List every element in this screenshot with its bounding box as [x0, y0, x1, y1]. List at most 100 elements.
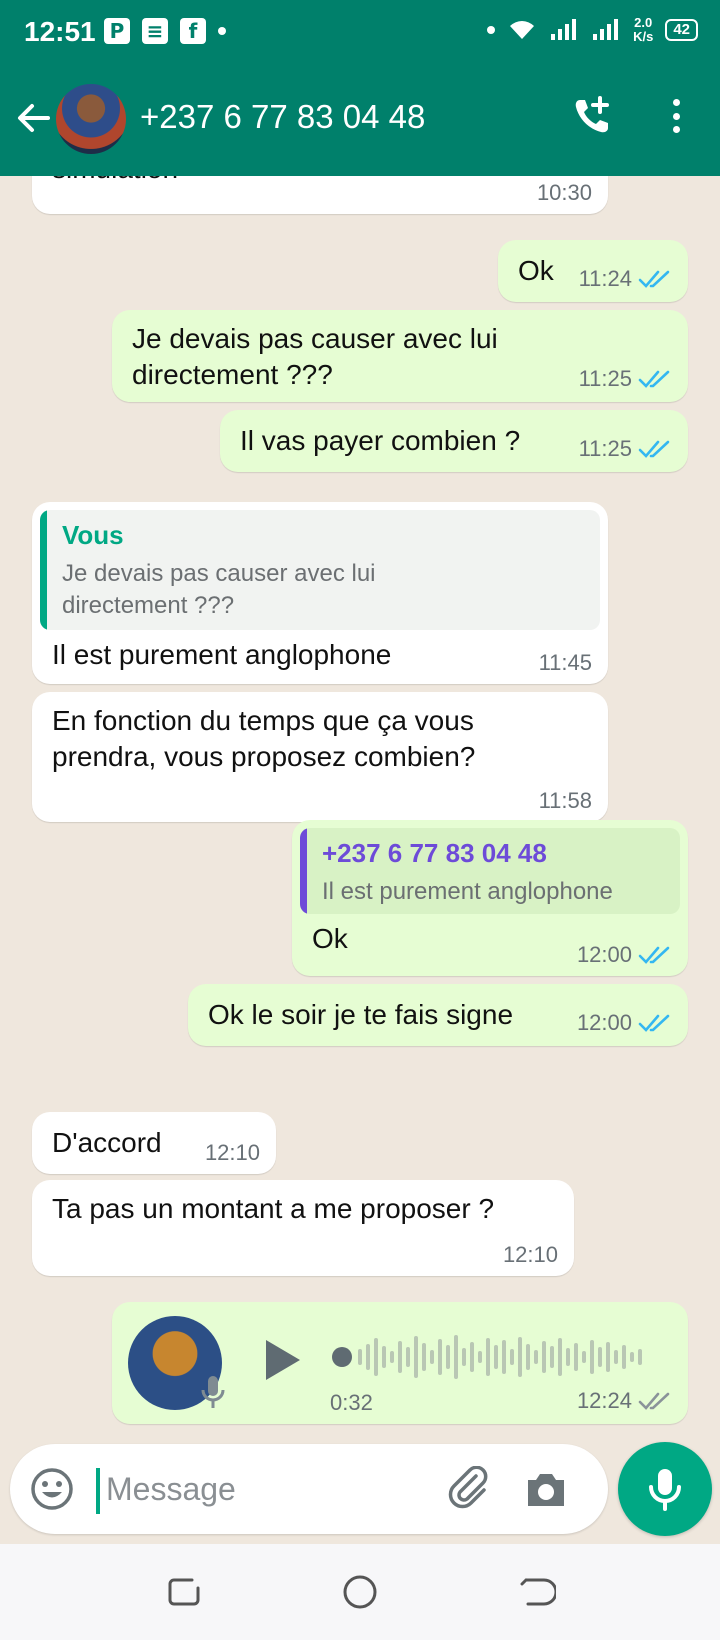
message-incoming[interactable]: Ta pas un montant a me proposer ? 12:10 [32, 1180, 574, 1276]
contact-name[interactable]: +237 6 77 83 04 48 [140, 98, 425, 136]
more-vert-icon[interactable] [662, 94, 690, 138]
chat-messages[interactable]: simulation 10:30 Ok 11:24 Je devais pas … [0, 176, 720, 1440]
mic-icon [649, 1469, 681, 1511]
message-incoming[interactable]: simulation 10:30 [32, 176, 608, 214]
notification-icons: P ≡ f [104, 18, 226, 44]
message-meta: 12:00 [577, 942, 672, 968]
message-text: Ok [518, 255, 554, 286]
message-outgoing[interactable]: Ok le soir je te fais signe 12:00 [188, 984, 688, 1046]
message-time: 11:25 [578, 366, 632, 391]
quoted-message[interactable]: Vous Je devais pas causer avec lui direc… [40, 510, 600, 630]
quote-text-line: Je devais pas causer avec lui [62, 560, 376, 587]
more-notifications-dot [218, 27, 226, 35]
quote-text-line: directement ??? [62, 592, 235, 619]
message-meta: 12:00 [577, 1010, 672, 1036]
network-speed-unit: K/s [633, 29, 654, 44]
status-time: 12:51 [24, 16, 96, 47]
message-input[interactable] [106, 1464, 406, 1514]
message-time: 11:25 [578, 436, 632, 461]
message-outgoing[interactable]: Je devais pas causer avec lui directemen… [112, 310, 688, 402]
message-text-line: prendra, vous proposez combien? [52, 741, 476, 772]
quoted-message[interactable]: +237 6 77 83 04 48 Il est purement anglo… [300, 828, 680, 914]
attach-icon[interactable] [446, 1466, 492, 1512]
message-text-line: Je devais pas causer avec lui [132, 323, 498, 354]
message-outgoing[interactable]: Ok 11:24 [498, 240, 688, 302]
message-outgoing[interactable]: Il vas payer combien ? 11:25 [220, 410, 688, 472]
message-time: 12:10 [502, 1242, 558, 1267]
status-bar: 12:51 P ≡ f 2.0 K/s 42 [0, 0, 720, 66]
text-cursor [96, 1468, 100, 1514]
message-time: 10:30 [536, 180, 592, 205]
play-icon[interactable] [260, 1336, 304, 1384]
message-text: D'accord [52, 1127, 162, 1158]
status-dot [487, 26, 496, 34]
message-text: simulation [52, 176, 178, 187]
message-time: 12:00 [576, 1010, 632, 1035]
message-meta: 12:24 [577, 1388, 672, 1414]
back-nav-icon[interactable] [516, 1572, 556, 1612]
message-text: Il vas payer combien ? [240, 425, 521, 456]
message-composer [10, 1444, 608, 1534]
voice-mic-icon [201, 1376, 225, 1408]
chat-header: +237 6 77 83 04 48 [0, 66, 720, 176]
network-speed-value: 2.0 [634, 15, 653, 30]
signal-icon-2 [593, 19, 619, 40]
facebook-icon: f [180, 18, 206, 44]
message-incoming-reply[interactable]: Vous Je devais pas causer avec lui direc… [32, 502, 608, 684]
message-meta: 11:25 [579, 366, 672, 392]
wifi-icon [510, 21, 535, 39]
avatar[interactable] [56, 84, 126, 154]
message-incoming[interactable]: En fonction du temps que ça vous prendra… [32, 692, 608, 822]
read-ticks-icon [638, 270, 670, 288]
network-speed: 2.0 K/s [633, 16, 653, 44]
message-incoming[interactable]: D'accord 12:10 [32, 1112, 276, 1174]
message-meta: 11:24 [579, 266, 672, 292]
status-right: 2.0 K/s 42 [487, 16, 698, 44]
message-time: 11:24 [578, 266, 632, 291]
message-text: Ok [312, 923, 348, 954]
quote-bar [40, 510, 47, 630]
read-ticks-icon [638, 440, 670, 458]
message-text-line: directement ??? [132, 359, 333, 390]
message-time: 11:58 [538, 788, 592, 813]
read-ticks-icon [638, 370, 670, 388]
delivered-ticks-icon [638, 1392, 670, 1410]
message-time: 12:10 [204, 1140, 260, 1165]
news-app-icon: ≡ [142, 18, 168, 44]
message-time: 12:00 [576, 942, 632, 967]
message-meta: 12:10 [503, 1242, 558, 1268]
message-text: Il est purement anglophone [52, 639, 392, 670]
message-text: Ta pas un montant a me proposer ? [52, 1193, 495, 1224]
message-time: 11:45 [538, 650, 592, 675]
back-arrow-icon[interactable] [14, 98, 54, 138]
quote-text: Il est purement anglophone [322, 878, 613, 905]
message-time: 12:24 [576, 1388, 632, 1413]
home-icon[interactable] [340, 1572, 380, 1612]
recent-apps-icon[interactable] [164, 1572, 204, 1612]
message-meta: 12:10 [205, 1140, 260, 1166]
message-meta: 11:45 [539, 650, 592, 676]
add-call-icon[interactable] [570, 94, 614, 138]
read-ticks-icon [638, 946, 670, 964]
message-text: Ok le soir je te fais signe [208, 999, 514, 1030]
battery-indicator: 42 [665, 19, 698, 41]
message-meta: 11:58 [539, 788, 592, 814]
signal-icon [551, 19, 577, 40]
quote-bar [300, 828, 307, 914]
voice-record-button[interactable] [618, 1442, 712, 1536]
p-app-icon: P [104, 18, 130, 44]
read-ticks-icon [638, 1014, 670, 1032]
system-navigation-bar [0, 1544, 720, 1640]
camera-icon[interactable] [524, 1468, 568, 1510]
quote-author: Vous [62, 520, 124, 550]
app-header: 12:51 P ≡ f 2.0 K/s 42 +237 6 77 83 04 4… [0, 0, 720, 176]
message-meta: 11:25 [579, 436, 672, 462]
message-text-line: En fonction du temps que ça vous [52, 705, 474, 736]
message-meta: 10:30 [537, 180, 592, 206]
quote-author: +237 6 77 83 04 48 [322, 838, 547, 868]
message-outgoing-reply[interactable]: +237 6 77 83 04 48 Il est purement anglo… [292, 820, 688, 976]
voice-duration: 0:32 [330, 1390, 373, 1415]
audio-waveform[interactable] [332, 1332, 652, 1382]
emoji-icon[interactable] [30, 1467, 74, 1511]
voice-message[interactable]: 0:32 12:24 [112, 1302, 688, 1424]
